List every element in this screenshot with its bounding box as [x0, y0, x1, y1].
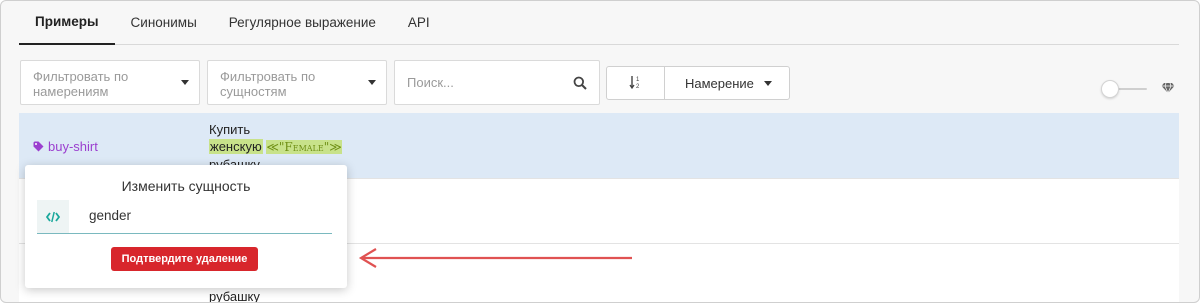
toggle-knob [1101, 80, 1119, 98]
intent-filter-placeholder-2: намерениям [33, 84, 109, 99]
intent-filter-select[interactable]: Фильтровать по намерениям [20, 60, 200, 105]
intent-tag[interactable]: buy-shirt [33, 139, 98, 154]
entity-annotation[interactable]: женскую ≪"Female"≫ [209, 138, 342, 156]
example-line: рубашку [209, 289, 260, 303]
entity-filter-placeholder-1: Фильтровать по [220, 69, 316, 84]
tab-bar: Примеры Синонимы Регулярное выражение AP… [19, 1, 1179, 45]
example-text: рубашку [209, 288, 260, 303]
code-icon [37, 200, 69, 233]
search-box [394, 60, 600, 105]
entity-name-value: gender [89, 208, 132, 223]
chevron-down-icon [181, 80, 189, 85]
sort-field-select[interactable]: Намерение [665, 67, 789, 99]
tab-examples[interactable]: Примеры [19, 1, 115, 45]
tab-api[interactable]: API [392, 1, 446, 45]
entity-filter-placeholder-2: сущностям [220, 84, 287, 99]
sort-numeric-icon: 12 [628, 74, 643, 93]
entity-value: Female [284, 140, 324, 154]
entity-word: женскую [209, 139, 263, 154]
entity-open: ≪" [266, 140, 285, 154]
popup-title: Изменить сущность [121, 178, 251, 194]
edit-entity-popup: Изменить сущность gender Подтвердите уда… [25, 165, 347, 288]
app-frame: Примеры Синонимы Регулярное выражение AP… [0, 0, 1200, 303]
entity-close: "≫ [323, 140, 342, 154]
sort-field-label: Намерение [685, 75, 754, 91]
sort-control: 12 Намерение [606, 66, 790, 100]
tab-regex[interactable]: Регулярное выражение [213, 1, 392, 45]
search-icon[interactable] [573, 76, 587, 93]
chevron-down-icon [763, 80, 772, 86]
mode-toggle[interactable] [1101, 80, 1147, 98]
tab-synonyms[interactable]: Синонимы [115, 1, 213, 45]
example-line: Купить [209, 122, 251, 137]
entity-name-field[interactable]: gender [37, 200, 332, 234]
intent-name: buy-shirt [48, 139, 98, 154]
diamond-icon[interactable] [1161, 82, 1175, 97]
tag-icon [33, 141, 44, 152]
svg-text:2: 2 [636, 84, 640, 90]
confirm-delete-button[interactable]: Подтвердите удаление [111, 247, 258, 271]
intent-filter-placeholder-1: Фильтровать по [33, 69, 129, 84]
entity-filter-select[interactable]: Фильтровать по сущностям [207, 60, 387, 105]
svg-text:1: 1 [636, 77, 640, 83]
sort-direction-button[interactable]: 12 [607, 67, 665, 99]
chevron-down-icon [368, 80, 376, 85]
arrow-left-icon [358, 248, 632, 268]
search-input[interactable] [407, 75, 567, 90]
